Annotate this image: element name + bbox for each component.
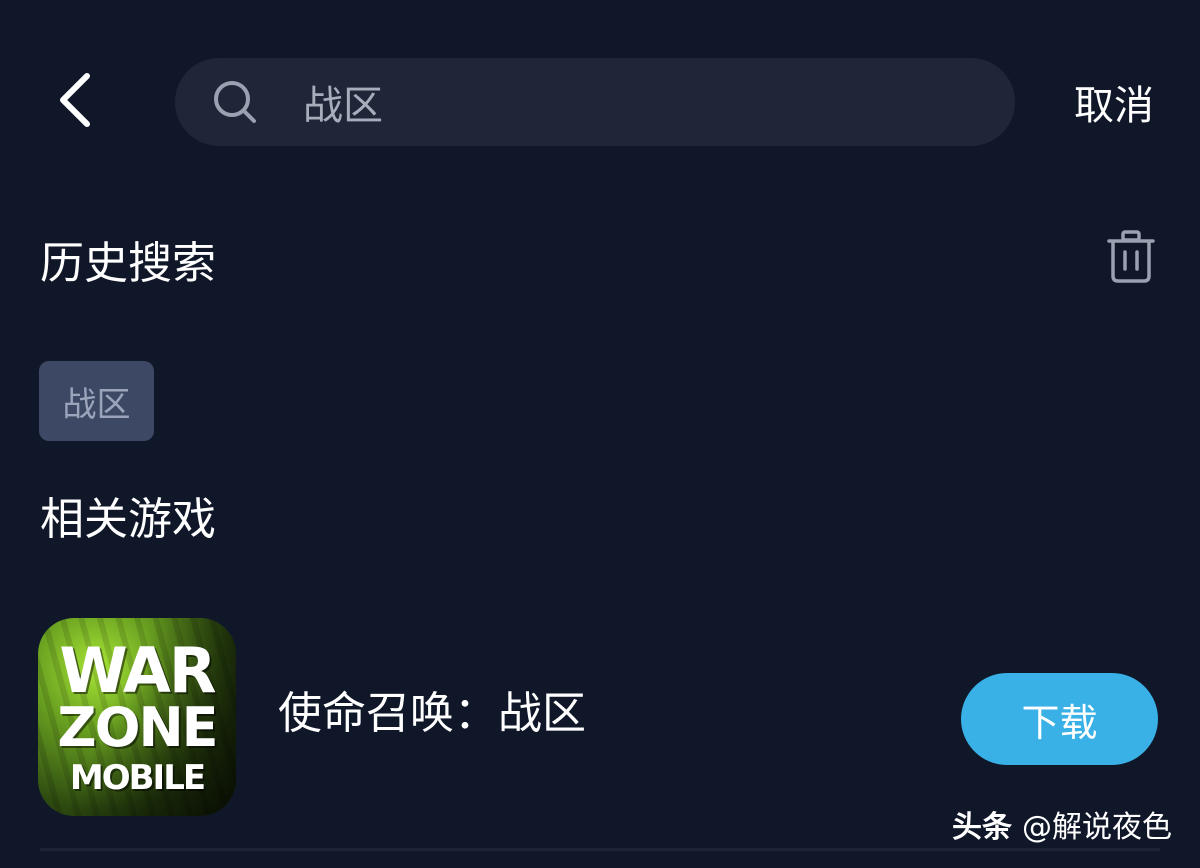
history-section-title: 历史搜索 xyxy=(40,238,216,289)
game-list-item[interactable]: WAR ZONE MOBILE 使命召唤：战区 下载 xyxy=(0,612,1200,826)
clear-history-button[interactable] xyxy=(1100,228,1162,290)
app-icon-logo-line: ZONE xyxy=(57,696,218,759)
related-games-section-title: 相关游戏 xyxy=(40,494,216,545)
search-page: 取消 历史搜索 战区 相关游戏 WAR ZONE MOBILE 使命召唤：战区 … xyxy=(0,0,1200,868)
watermark-handle: @解说夜色 xyxy=(1022,810,1172,845)
search-icon xyxy=(211,78,259,126)
app-icon-logo-line: WAR xyxy=(59,634,216,707)
chevron-left-icon xyxy=(55,72,95,132)
trash-icon xyxy=(1106,230,1156,288)
app-icon-logo-line: MOBILE xyxy=(69,758,206,798)
game-title[interactable]: 使命召唤：战区 xyxy=(278,684,586,744)
search-input[interactable] xyxy=(301,71,1015,133)
warzone-app-icon[interactable]: WAR ZONE MOBILE xyxy=(38,618,236,816)
download-button[interactable]: 下载 xyxy=(961,673,1158,765)
watermark: 头条 @解说夜色 xyxy=(952,806,1172,850)
cancel-button[interactable]: 取消 xyxy=(1058,72,1170,132)
watermark-brand: 头条 xyxy=(952,810,1012,845)
history-chip[interactable]: 战区 xyxy=(39,361,154,441)
back-button[interactable] xyxy=(40,62,110,142)
search-bar[interactable] xyxy=(175,58,1015,146)
